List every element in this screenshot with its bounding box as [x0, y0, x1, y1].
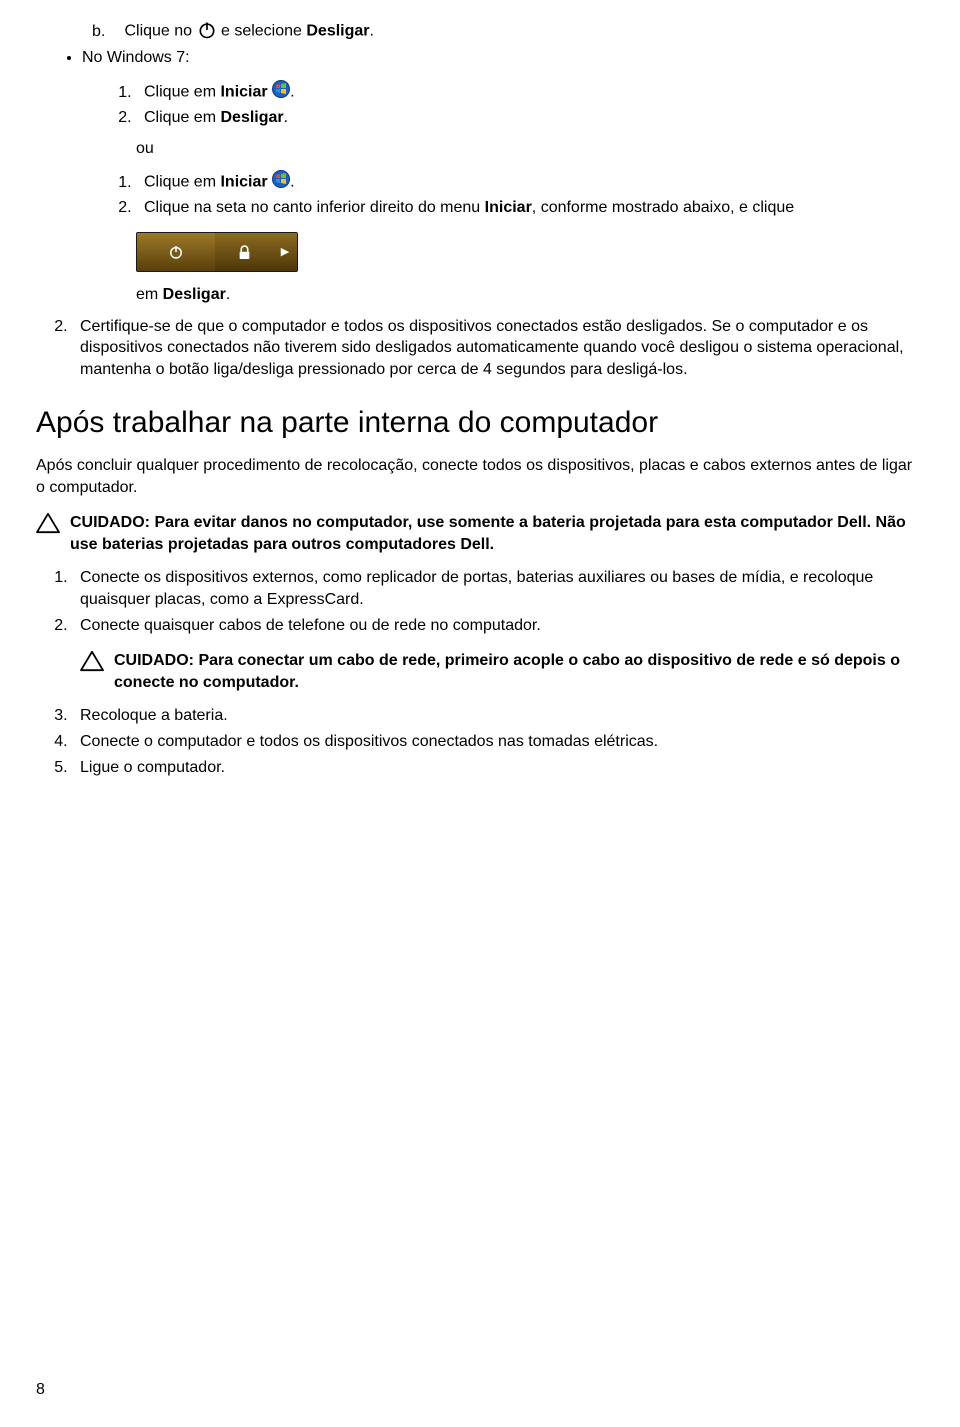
text-bold: Iniciar — [220, 84, 267, 101]
caution-text: CUIDADO: Para evitar danos no computador… — [70, 512, 924, 555]
proc-step-1: Conecte os dispositivos externos, como r… — [72, 567, 924, 610]
section-heading: Após trabalhar na parte interna do compu… — [36, 403, 924, 444]
bullet-item-win7: No Windows 7: — [82, 47, 924, 69]
caution-box-1: CUIDADO: Para evitar danos no computador… — [36, 512, 924, 555]
text: . — [226, 286, 230, 303]
text: Clique em — [144, 109, 220, 126]
text: Clique no — [124, 23, 192, 40]
arrow-button-region: ▶ — [273, 233, 297, 271]
step-1: Clique em Iniciar . — [136, 80, 924, 105]
text: Clique em — [144, 84, 220, 101]
text: . — [290, 84, 294, 101]
text-bold: Desligar — [163, 286, 226, 303]
power-icon — [197, 20, 217, 43]
start-menu-shutdown-bar: ▶ — [136, 232, 298, 272]
text: e selecione — [221, 23, 306, 40]
lock-button-region — [215, 233, 273, 271]
or-separator: ou — [136, 138, 924, 160]
windows-start-icon — [272, 170, 290, 195]
windows-start-icon — [272, 80, 290, 105]
text-line: em Desligar. — [136, 284, 924, 306]
text-bold: Iniciar — [485, 199, 532, 216]
proc-step-3: Recoloque a bateria. — [72, 705, 924, 727]
text: . — [370, 23, 374, 40]
text-bold: Desligar — [220, 109, 283, 126]
text: em — [136, 286, 163, 303]
bullet-list: No Windows 7: — [36, 47, 924, 69]
list-marker: b. — [92, 21, 120, 43]
text: . — [290, 174, 294, 191]
caution-text: CUIDADO: Para conectar um cabo de rede, … — [114, 650, 924, 693]
procedure-list-cont: Recoloque a bateria. Conecte o computado… — [36, 705, 924, 778]
procedure-list: Conecte os dispositivos externos, como r… — [36, 567, 924, 636]
sub-step-b: b. Clique no e selecione Desligar. — [92, 20, 924, 43]
outer-step-2: Certifique-se de que o computador e todo… — [72, 316, 924, 381]
caution-icon — [80, 650, 104, 693]
page-number: 8 — [36, 1379, 45, 1401]
text: . — [284, 109, 288, 126]
proc-step-5: Ligue o computador. — [72, 757, 924, 779]
text: Clique na seta no canto inferior direito… — [144, 199, 485, 216]
step-1: Clique em Iniciar . — [136, 170, 924, 195]
text: Clique em — [144, 174, 220, 191]
text-bold: Desligar — [306, 23, 369, 40]
numbered-list-a: Clique em Iniciar . Clique em Desligar. — [100, 80, 924, 128]
outer-numbered-list: Certifique-se de que o computador e todo… — [36, 316, 924, 381]
caution-icon — [36, 512, 60, 555]
step-2: Clique na seta no canto inferior direito… — [136, 197, 924, 219]
step-2: Clique em Desligar. — [136, 107, 924, 129]
text-bold: Iniciar — [220, 174, 267, 191]
proc-step-4: Conecte o computador e todos os disposit… — [72, 731, 924, 753]
intro-paragraph: Após concluir qualquer procedimento de r… — [36, 455, 924, 498]
proc-step-2: Conecte quaisquer cabos de telefone ou d… — [72, 615, 924, 637]
numbered-list-b: Clique em Iniciar . Clique na seta no ca… — [100, 170, 924, 218]
caution-box-2: CUIDADO: Para conectar um cabo de rede, … — [80, 650, 924, 693]
power-button-region — [137, 233, 215, 271]
text: , conforme mostrado abaixo, e clique — [532, 199, 794, 216]
